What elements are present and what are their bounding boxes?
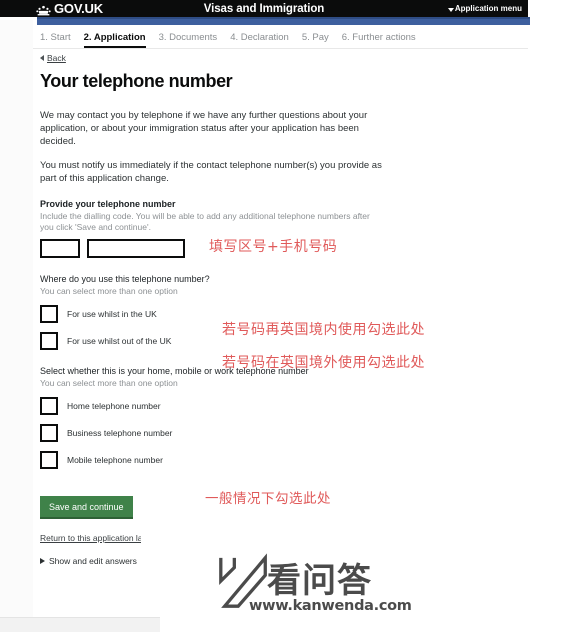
phone-type-checkbox-0[interactable] — [40, 397, 58, 415]
telephone-field-label: Provide your telephone number — [40, 199, 176, 209]
step-item-4[interactable]: 4. Declaration — [230, 32, 289, 46]
return-later-link[interactable]: Return to this application later — [40, 533, 141, 543]
dialling-code-input[interactable] — [40, 239, 80, 258]
step-navigation: 1. Start 2. Application 3. Documents 4. Dec… — [40, 32, 510, 48]
gov-header: GOV.UK Visas and Immigration Application… — [0, 0, 528, 17]
annotation-in-uk: 若号码再英国境内使用勾选此处 — [222, 322, 425, 338]
watermark-name: 看问答 — [267, 561, 372, 601]
step-item-1[interactable]: 1. Start — [40, 32, 71, 46]
where-used-label-1: For use whilst out of the UK — [67, 336, 172, 346]
phone-type-row-1[interactable]: Business telephone number — [40, 424, 440, 442]
application-menu-label: Application menu — [454, 4, 522, 13]
watermark: 看问答 www.kanwenda.com — [215, 552, 412, 614]
phone-type-label-1: Business telephone number — [67, 428, 173, 438]
phone-type-group: Select whether this is your home, mobile… — [40, 366, 440, 469]
where-used-legend: Where do you use this telephone number? — [40, 274, 210, 284]
step-item-2[interactable]: 2. Application — [83, 32, 146, 48]
back-link[interactable]: Back — [40, 53, 440, 63]
watermark-url: www.kanwenda.com — [249, 598, 412, 614]
intro-paragraph-2: You must notify us immediately if the co… — [40, 160, 382, 184]
phone-type-checkbox-1[interactable] — [40, 424, 58, 442]
phone-type-label-2: Mobile telephone number — [67, 455, 163, 465]
phone-type-row-2[interactable]: Mobile telephone number — [40, 451, 440, 469]
annotation-mobile: 一般情况下勾选此处 — [205, 491, 331, 507]
phone-type-row-0[interactable]: Home telephone number — [40, 397, 440, 415]
phone-type-checkbox-2[interactable] — [40, 451, 58, 469]
save-and-continue-button[interactable]: Save and continue — [40, 496, 133, 519]
triangle-right-icon — [40, 558, 45, 564]
where-used-label-0: For use whilst in the UK — [67, 309, 157, 319]
show-and-edit-answers-toggle[interactable]: Show and edit answers — [40, 556, 150, 566]
page-title: Your telephone number — [40, 71, 233, 91]
telephone-field-hint: Include the dialling code. You will be a… — [40, 211, 370, 232]
step-item-5[interactable]: 5. Pay — [302, 32, 329, 46]
bottom-gutter — [0, 617, 160, 632]
where-used-checkbox-0[interactable] — [40, 305, 58, 323]
application-menu-button[interactable]: Application menu — [447, 4, 522, 13]
annotation-telephone: 填写区号+手机号码 — [209, 239, 338, 255]
intro-paragraph-1: We may contact you by telephone if we ha… — [40, 110, 368, 147]
step-item-6[interactable]: 6. Further actions — [342, 32, 416, 46]
annotation-out-uk: 若号码在英国境外使用勾选此处 — [222, 355, 425, 371]
where-used-hint: You can select more than one option — [40, 286, 178, 296]
step-navigation-divider — [33, 48, 528, 49]
page-root: GOV.UK Visas and Immigration Application… — [0, 0, 571, 632]
step-item-3[interactable]: 3. Documents — [159, 32, 218, 46]
show-and-edit-answers-label: Show and edit answers — [49, 556, 137, 566]
phone-type-hint: You can select more than one option — [40, 378, 178, 388]
caret-left-icon — [40, 55, 44, 61]
where-used-checkbox-1[interactable] — [40, 332, 58, 350]
left-gutter — [0, 20, 33, 631]
telephone-number-input[interactable] — [87, 239, 185, 258]
phase-progress-bar-shade — [37, 17, 530, 19]
watermark-text: 看问答 www.kanwenda.com — [249, 561, 412, 614]
phone-type-label-0: Home telephone number — [67, 401, 161, 411]
chevron-down-icon — [447, 7, 454, 12]
phone-type-options: Home telephone number Business telephone … — [40, 397, 440, 469]
back-link-label: Back — [47, 53, 66, 63]
